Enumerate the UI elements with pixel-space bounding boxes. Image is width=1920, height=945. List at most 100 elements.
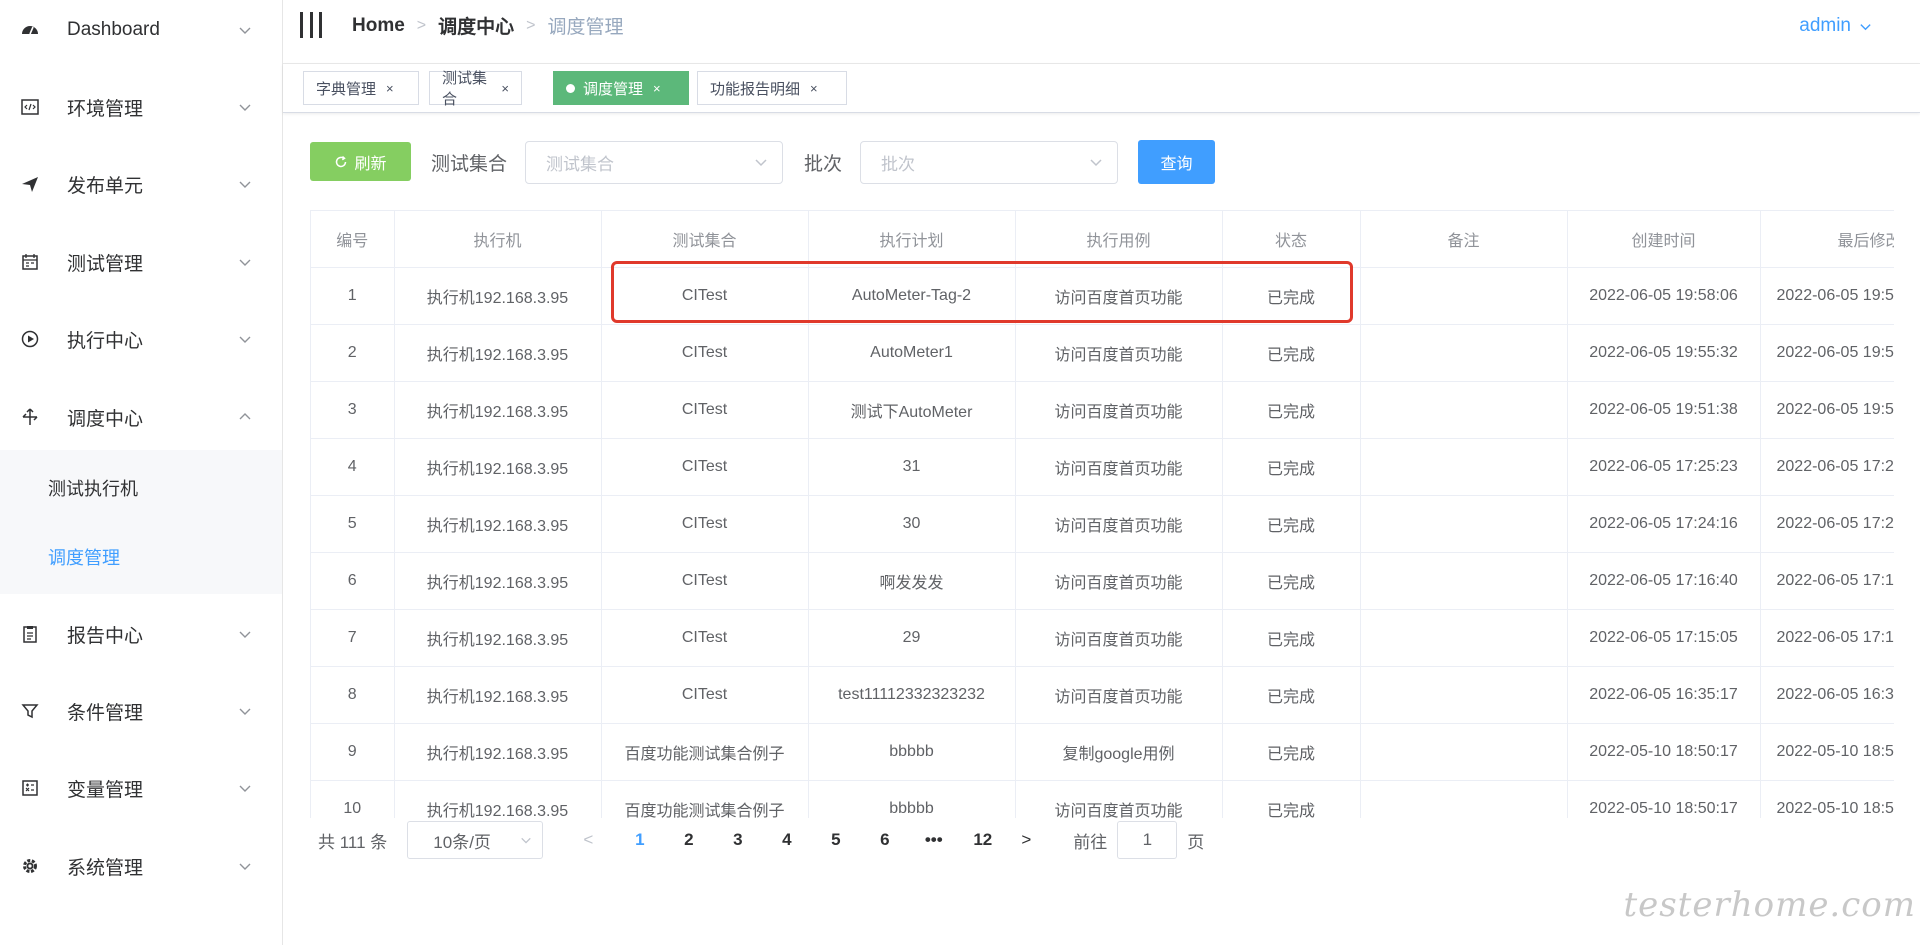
table-row[interactable]: 1 执行机192.168.3.95 CITest AutoMeter-Tag-2 访问百… <box>311 267 1894 325</box>
table-cell: AutoMeter-Tag-2 <box>808 267 1016 325</box>
table-cell: 30 <box>808 495 1016 553</box>
page-number[interactable]: 12 <box>958 830 1007 850</box>
close-icon[interactable]: × <box>386 81 394 96</box>
table-cell: 已完成 <box>1222 438 1361 496</box>
table-cell: 10 <box>311 780 395 818</box>
close-icon[interactable]: × <box>810 81 818 96</box>
suite-select[interactable]: 测试集合 <box>525 141 783 184</box>
chevron-down-icon <box>239 708 251 715</box>
sidebar-item-9[interactable]: 系统管理 <box>0 836 282 896</box>
table-cell: 2022-06-05 17:15:05 <box>1567 609 1761 667</box>
table-row[interactable]: 3 执行机192.168.3.95 CITest 测试下AutoMeter 访问百度首页… <box>311 381 1894 439</box>
table-cell: 已完成 <box>1222 495 1361 553</box>
table-cell <box>1360 267 1568 325</box>
chevron-down-icon <box>521 837 532 844</box>
table-cell: 访问百度首页功能 <box>1015 552 1223 610</box>
breadcrumb-schedule-center[interactable]: 调度中心 <box>438 12 514 39</box>
chevron-down-icon <box>239 181 251 188</box>
page-number[interactable]: 1 <box>615 830 664 850</box>
table-cell: 2022-06-05 19:51:38 <box>1567 381 1761 439</box>
table-cell <box>1360 552 1568 610</box>
sidebar-item-1[interactable]: 环境管理 <box>0 77 282 137</box>
sidebar-item-7[interactable]: 条件管理 <box>0 681 282 741</box>
table-row[interactable]: 8 执行机192.168.3.95 CITest test11112332323232… <box>311 666 1894 724</box>
query-button[interactable]: 查询 <box>1138 140 1215 184</box>
close-icon[interactable]: × <box>653 81 661 96</box>
page-number[interactable]: 6 <box>860 830 909 850</box>
sidebar-item-2[interactable]: 发布单元 <box>0 154 282 214</box>
sidebar-item-8[interactable]: 变量管理 <box>0 758 282 818</box>
table-cell: 已完成 <box>1222 609 1361 667</box>
submenu-background <box>0 450 282 594</box>
table-row[interactable]: 4 执行机192.168.3.95 CITest 31 访问百度首页功能 已完成 2022-… <box>311 438 1894 496</box>
table-cell: 百度功能测试集合例子 <box>601 780 809 818</box>
tags-view: 字典管理 × 测试集合 × 调度管理 × 功能报告明细 × <box>283 64 1920 113</box>
table-row[interactable]: 10 执行机192.168.3.95 百度功能测试集合例子 bbbbb 访问百度首页功能… <box>311 780 1894 818</box>
table-cell: 2022-06-05 17:25:23 <box>1760 438 1894 496</box>
column-header: 编号 <box>311 211 395 268</box>
close-icon[interactable]: × <box>501 81 509 96</box>
tag-test-suite[interactable]: 测试集合 × <box>429 70 522 108</box>
table-cell: 复制google用例 <box>1015 723 1223 781</box>
table-cell: bbbbb <box>808 723 1016 781</box>
chevron-down-icon <box>239 631 251 638</box>
table-header-row: 编号执行机测试集合执行计划执行用例状态备注创建时间最后修改时间 <box>311 211 1894 268</box>
sidebar-item-0[interactable]: Dashboard <box>0 0 282 60</box>
table-cell: CITest <box>601 666 809 724</box>
goto-suffix: 页 <box>1187 832 1205 852</box>
table-cell: 执行机192.168.3.95 <box>394 609 602 667</box>
sidebar-item-4[interactable]: 执行中心 <box>0 309 282 369</box>
submenu-item-test-executor[interactable]: 测试执行机 <box>48 475 138 501</box>
batch-select-placeholder: 批次 <box>881 155 915 174</box>
prev-page-icon[interactable]: < <box>579 830 597 850</box>
tag-dict-manage[interactable]: 字典管理 × <box>303 71 419 105</box>
user-name: admin <box>1799 15 1851 36</box>
table-cell: 2022-06-05 19:51:38 <box>1760 381 1894 439</box>
page-number[interactable]: 5 <box>811 830 860 850</box>
table-cell: 百度功能测试集合例子 <box>601 723 809 781</box>
table-cell: 2022-05-10 18:50:17 <box>1567 723 1761 781</box>
column-header: 执行计划 <box>808 211 1016 268</box>
page-number[interactable]: 2 <box>664 830 713 850</box>
tag-function-report[interactable]: 功能报告明细 × <box>697 71 847 105</box>
column-header: 创建时间 <box>1567 211 1761 268</box>
table-cell: 已完成 <box>1222 381 1361 439</box>
goto-page-input[interactable]: 1 <box>1117 821 1178 859</box>
page-number[interactable]: 4 <box>762 830 811 850</box>
column-header: 测试集合 <box>601 211 809 268</box>
suite-select-placeholder: 测试集合 <box>546 155 614 174</box>
chevron-down-icon <box>1860 23 1871 30</box>
refresh-button[interactable]: 刷新 <box>310 142 411 181</box>
table-row[interactable]: 2 执行机192.168.3.95 CITest AutoMeter1 访问百度首页功能… <box>311 324 1894 382</box>
breadcrumb-home[interactable]: Home <box>352 15 405 37</box>
tag-label: 字典管理 <box>316 80 377 98</box>
batch-select[interactable]: 批次 <box>860 141 1118 184</box>
table-cell: 执行机192.168.3.95 <box>394 324 602 382</box>
goto-label: 前往 <box>1073 832 1108 852</box>
user-dropdown[interactable]: admin <box>1799 15 1872 37</box>
table-cell: CITest <box>601 381 809 439</box>
sidebar-item-3[interactable]: 测试管理 <box>0 232 282 292</box>
next-page-icon[interactable]: > <box>1017 830 1035 850</box>
code-window-icon <box>20 97 40 117</box>
table-cell: 2 <box>311 324 395 382</box>
sidebar-item-6[interactable]: 报告中心 <box>0 604 282 664</box>
page-number[interactable]: 3 <box>713 830 762 850</box>
more-pages-icon[interactable]: ••• <box>909 830 958 850</box>
table-cell: 已完成 <box>1222 723 1361 781</box>
table-cell: 访问百度首页功能 <box>1015 267 1223 325</box>
suite-filter-label: 测试集合 <box>431 154 508 175</box>
submenu-item-schedule-manage[interactable]: 调度管理 <box>48 544 120 570</box>
sidebar-item-5[interactable]: 调度中心 <box>0 387 282 447</box>
page-size-select[interactable]: 10条/页 <box>407 821 544 859</box>
table-row[interactable]: 5 执行机192.168.3.95 CITest 30 访问百度首页功能 已完成 2022-… <box>311 495 1894 553</box>
table-row[interactable]: 9 执行机192.168.3.95 百度功能测试集合例子 bbbbb 复制google用… <box>311 723 1894 781</box>
table-cell: 执行机192.168.3.95 <box>394 723 602 781</box>
sidebar-item-label: 报告中心 <box>67 625 144 647</box>
table-cell: 29 <box>808 609 1016 667</box>
table-row[interactable]: 7 执行机192.168.3.95 CITest 29 访问百度首页功能 已完成 2022-… <box>311 609 1894 667</box>
hamburger-icon[interactable] <box>300 12 322 38</box>
table-row[interactable]: 6 执行机192.168.3.95 CITest 啊发发发 访问百度首页功能 已完成 202… <box>311 552 1894 610</box>
tag-schedule-manage[interactable]: 调度管理 × <box>553 71 689 105</box>
table-cell: 3 <box>311 381 395 439</box>
